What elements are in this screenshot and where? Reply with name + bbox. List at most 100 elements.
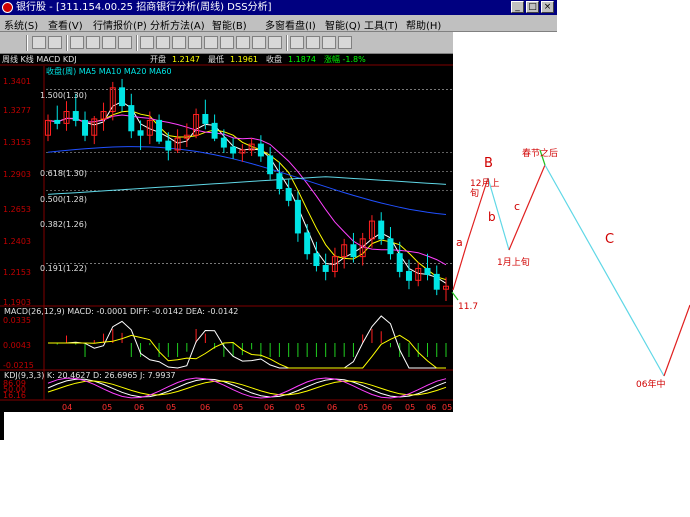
x-tick: 04 (62, 403, 73, 412)
candle-body (387, 238, 394, 255)
candle-body (211, 122, 218, 139)
window-title-bar: 银行股 - [311.154.00.25 招商银行分析(周线) DSS分析] _… (0, 0, 557, 15)
candle-body (396, 253, 403, 272)
info-low-label: 最低 (208, 55, 224, 64)
ma5-line (47, 101, 447, 284)
x-tick: 06 (264, 403, 275, 412)
menu-smart[interactable]: 智能(B) (212, 17, 247, 32)
x-tick: 05 (405, 403, 416, 412)
bar-chart-icon[interactable] (156, 36, 170, 49)
y-tick: 1.2403 (3, 237, 31, 246)
menu-quotes[interactable]: 行情报价(P) (93, 17, 147, 32)
minimize-button[interactable]: _ (511, 1, 524, 13)
x-tick: 06 (426, 403, 437, 412)
annotation-C: C (605, 232, 615, 247)
candle-body (220, 137, 227, 148)
candle-body (137, 130, 144, 136)
info-open-label: 开盘 (150, 55, 166, 64)
candle-body (276, 173, 283, 190)
kdj-tick: 16.16 (3, 391, 26, 400)
close-button[interactable]: × (541, 1, 554, 13)
kline-chart-icon[interactable] (140, 36, 154, 49)
line-chart-icon[interactable] (172, 36, 186, 49)
candle-body (313, 253, 320, 267)
menu-view[interactable]: 查看(V) (48, 17, 83, 32)
candle-body (304, 232, 311, 255)
candle-body (424, 267, 431, 275)
level-label: 0.500(1.28) (40, 195, 87, 204)
y-tick: 1.2653 (3, 205, 31, 214)
app-icon (2, 2, 13, 13)
y-tick: 1.1903 (3, 298, 31, 307)
x-tick: 06 (327, 403, 338, 412)
macd-tick: 0.0335 (3, 316, 31, 325)
menu-tools[interactable]: 工具(T) (364, 17, 398, 32)
y-tick: 1.2153 (3, 268, 31, 277)
candle-body (82, 119, 89, 136)
indicator-icon[interactable] (188, 36, 202, 49)
y-tick: 1.3277 (3, 106, 31, 115)
window-title: 银行股 - [311.154.00.25 招商银行分析(周线) DSS分析] (16, 2, 272, 13)
annotation-c: c (514, 200, 521, 213)
layout-icon[interactable] (252, 36, 266, 49)
arrow-left-icon[interactable] (70, 36, 84, 49)
window-icon[interactable] (236, 36, 250, 49)
candle-body (433, 273, 440, 290)
menu-multiwindow[interactable]: 多窗看盘(I) (265, 17, 316, 32)
stock-chart[interactable]: 周线 K线 MACD KDJ 开盘 1.2147 最低 1.1961 收盘 1.… (0, 54, 453, 412)
candle-body (350, 244, 357, 258)
menu-help[interactable]: 帮助(H) (406, 17, 441, 32)
ma-legend: 收盘(周) MA5 MA10 MA20 MA60 (46, 67, 172, 76)
search-icon[interactable] (338, 36, 352, 49)
y-tick: 1.3401 (3, 77, 31, 86)
candle-body (119, 87, 126, 107)
x-tick: 05 (233, 403, 244, 412)
candle-body (72, 111, 79, 121)
candle-body (156, 119, 163, 142)
draw-icon[interactable] (32, 36, 46, 49)
candle-body (267, 155, 274, 175)
table-icon[interactable] (102, 36, 116, 49)
level-label: 0.382(1.26) (40, 220, 87, 229)
info-close-label: 收盘 (266, 55, 282, 64)
annotation-11-7: 11.7 (458, 302, 479, 312)
candle-body (165, 140, 172, 151)
x-tick: 06 (382, 403, 393, 412)
ma120-line (47, 176, 447, 195)
chart-canvas (0, 64, 453, 401)
x-tick: 05 (166, 403, 177, 412)
candle-body (378, 220, 385, 240)
menu-intelligence[interactable]: 智能(Q) (325, 17, 361, 32)
toolbar (0, 32, 453, 54)
level-label: 1.500(1.30) (40, 91, 87, 100)
annotation-12-upper-xun: 旬 (470, 189, 480, 199)
compare-icon[interactable] (204, 36, 218, 49)
grid-icon[interactable] (86, 36, 100, 49)
y-tick: 1.2903 (3, 170, 31, 179)
kdj-title: KDJ(9,3,3) K: 20.4627 D: 26.6965 J: 7.99… (4, 371, 176, 380)
kdj-k-line (47, 378, 447, 398)
menu-system[interactable]: 系统(S) (4, 17, 38, 32)
x-tick: 05 (358, 403, 369, 412)
maximize-button[interactable]: □ (526, 1, 539, 13)
ma10-line (47, 110, 447, 281)
candle-body (202, 113, 209, 124)
period-label: 周线 K线 MACD KDJ (2, 55, 77, 64)
calculator-icon[interactable] (268, 36, 282, 49)
annotation-a: a (456, 236, 463, 249)
candle-body (285, 188, 292, 201)
alert-icon[interactable] (290, 36, 304, 49)
annotation-jan: 1月上旬 (497, 258, 530, 268)
back-icon[interactable] (48, 36, 62, 49)
x-tick: 06 (134, 403, 145, 412)
level-label: 0.191(1.22) (40, 264, 87, 273)
pen-icon[interactable] (306, 36, 320, 49)
info-close-value: 1.1874 (288, 55, 316, 64)
volume-icon[interactable] (220, 36, 234, 49)
x-tick: 05 (102, 403, 113, 412)
brush-icon[interactable] (322, 36, 336, 49)
menu-analysis[interactable]: 分析方法(A) (150, 17, 205, 32)
list-icon[interactable] (118, 36, 132, 49)
candle-body (257, 143, 264, 157)
macd-title: MACD(26,12,9) MACD: -0.0001 DIFF: -0.014… (4, 307, 239, 316)
